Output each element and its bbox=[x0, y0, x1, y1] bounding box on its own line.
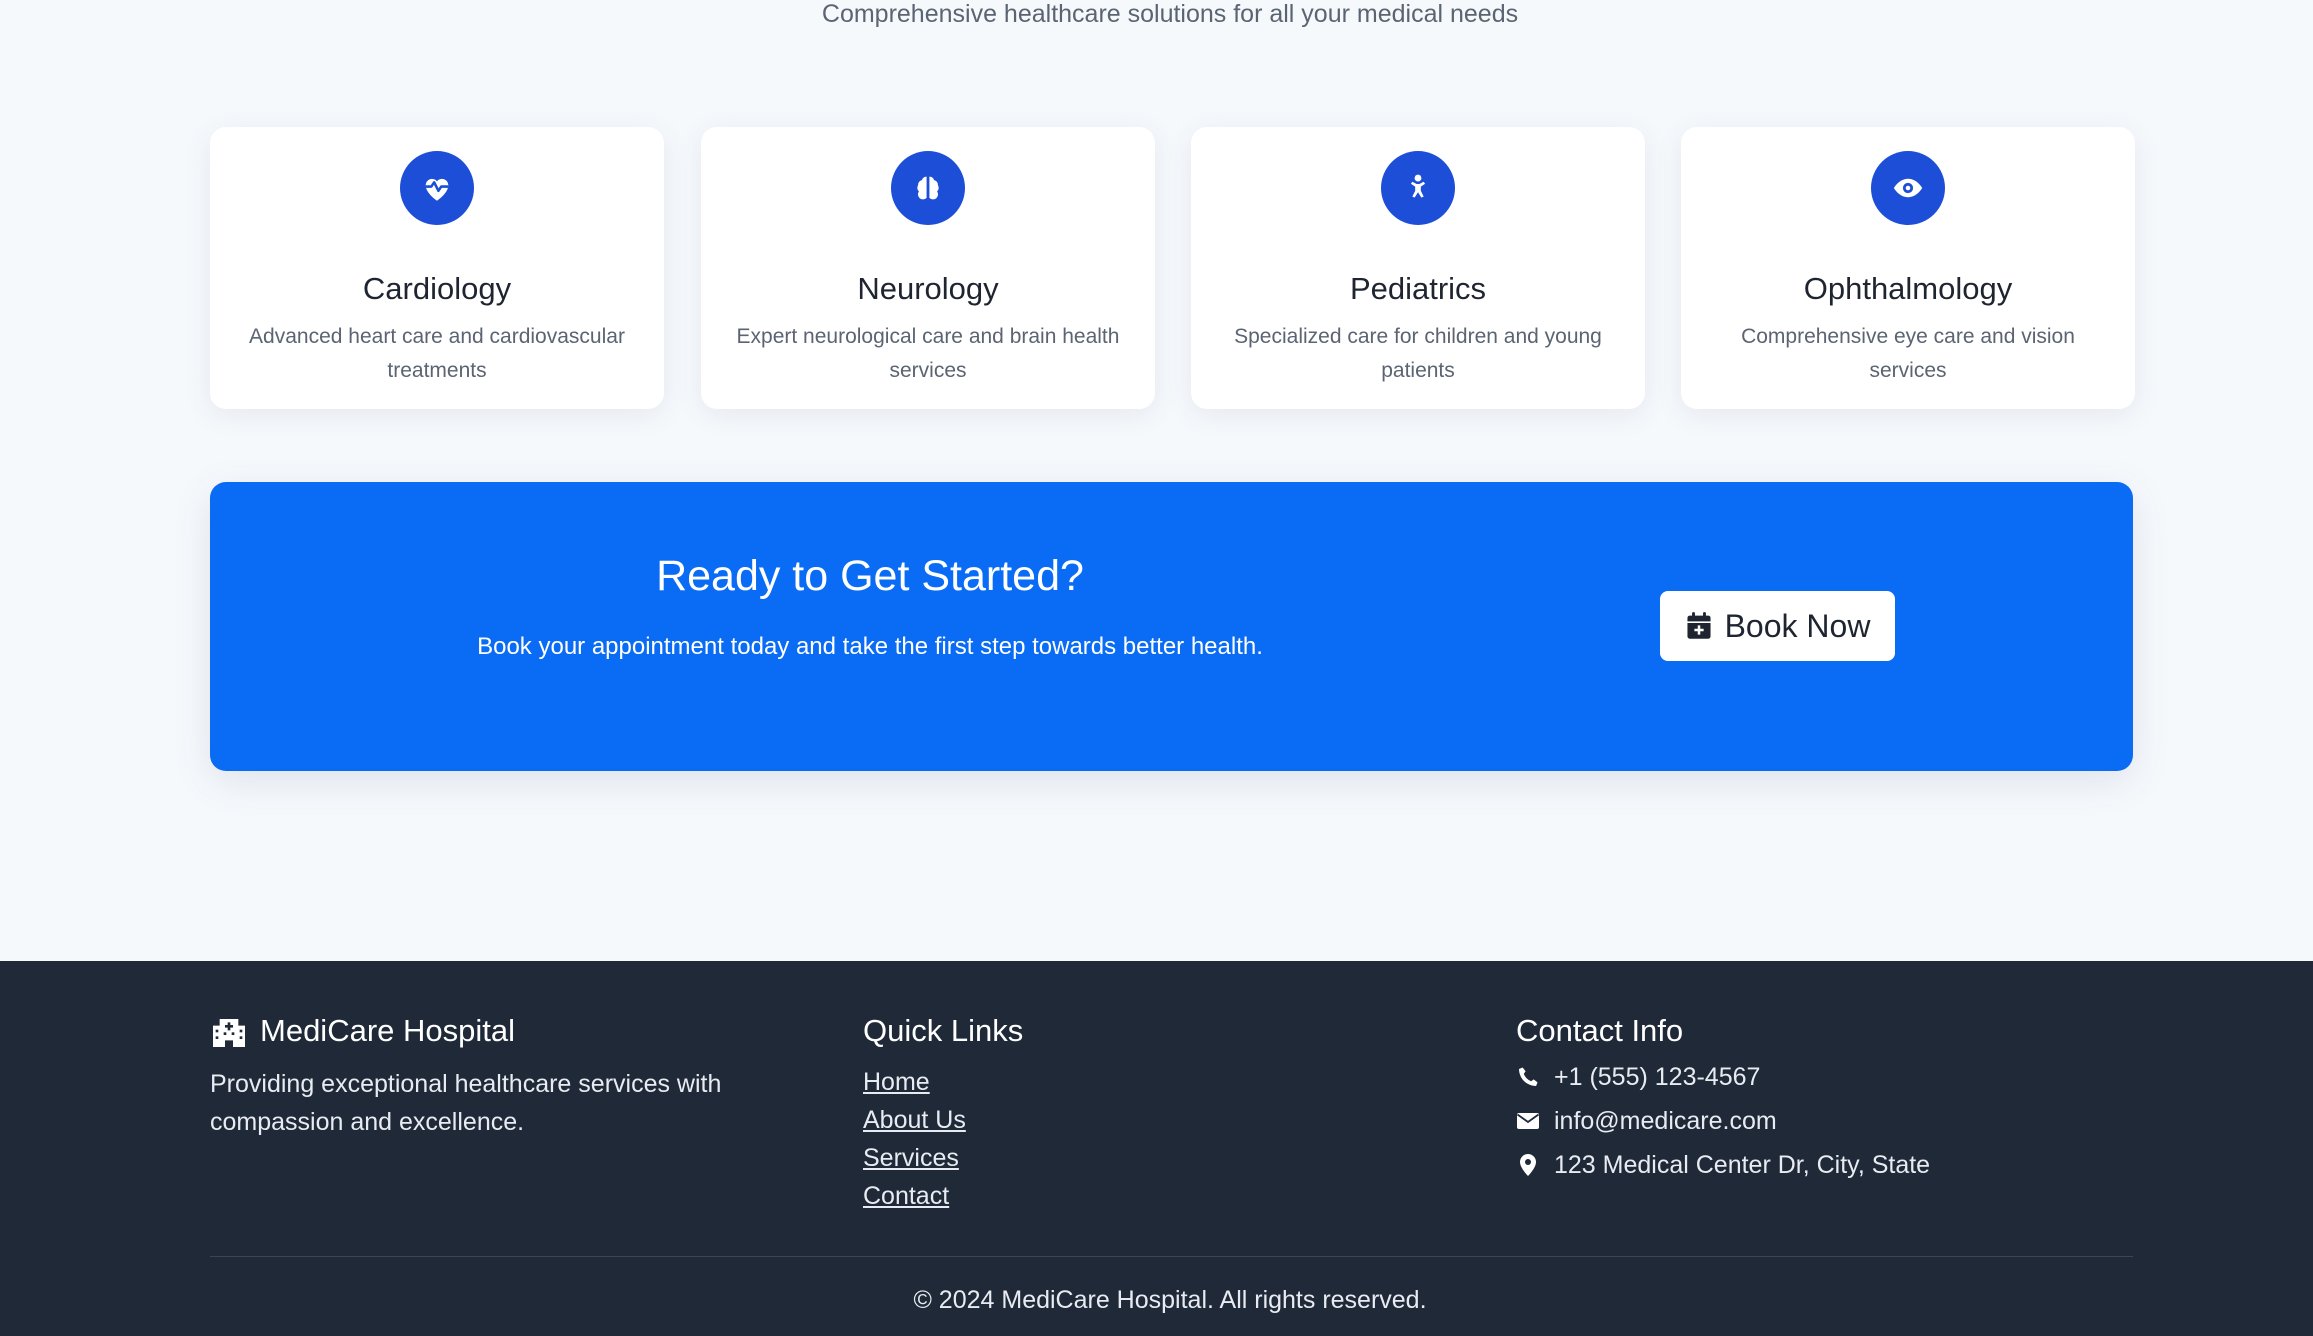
footer-quick-links: Quick Links Home About Us Services Conta… bbox=[863, 1009, 1023, 1215]
service-title: Ophthalmology bbox=[1803, 271, 2013, 306]
service-card-pediatrics[interactable]: Pediatrics Specialized care for children… bbox=[1191, 127, 1645, 409]
footer-link-home[interactable]: Home bbox=[863, 1063, 1023, 1101]
footer-link-services[interactable]: Services bbox=[863, 1139, 1023, 1177]
service-card-neurology[interactable]: Neurology Expert neurological care and b… bbox=[701, 127, 1155, 409]
book-now-label: Book Now bbox=[1724, 607, 1871, 644]
child-icon bbox=[1381, 151, 1455, 225]
footer-divider bbox=[210, 1256, 2133, 1257]
phone-icon bbox=[1519, 1067, 1538, 1086]
map-pin-icon bbox=[1520, 1154, 1536, 1176]
service-description: Comprehensive eye care and vision servic… bbox=[1741, 325, 2075, 382]
envelope-icon bbox=[1516, 1113, 1540, 1129]
copyright: © 2024 MediCare Hospital. All rights res… bbox=[913, 1286, 1427, 1314]
footer-brand: MediCare Hospital Providing exceptional … bbox=[210, 1009, 770, 1141]
heart-pulse-icon bbox=[400, 151, 474, 225]
phone-text: +1 (555) 123-4567 bbox=[1554, 1063, 1761, 1091]
page: Comprehensive healthcare solutions for a… bbox=[0, 0, 2313, 1336]
cta-banner: Ready to Get Started? Book your appointm… bbox=[210, 482, 2133, 771]
footer-link-contact[interactable]: Contact bbox=[863, 1177, 1023, 1215]
service-title: Cardiology bbox=[362, 271, 512, 306]
service-description: Expert neurological care and brain healt… bbox=[736, 325, 1120, 382]
eye-icon bbox=[1871, 151, 1945, 225]
hospital-icon bbox=[213, 1019, 245, 1047]
service-description: Advanced heart care and cardiovascular t… bbox=[249, 325, 625, 382]
address-text: 123 Medical Center Dr, City, State bbox=[1554, 1151, 1931, 1179]
brand-name: MediCare Hospital bbox=[260, 1013, 515, 1048]
service-title: Pediatrics bbox=[1349, 271, 1487, 306]
brain-icon bbox=[891, 151, 965, 225]
service-card-cardiology[interactable]: Cardiology Advanced heart care and cardi… bbox=[210, 127, 664, 409]
calendar-plus-icon bbox=[1687, 612, 1711, 639]
contact-address: 123 Medical Center Dr, City, State bbox=[1516, 1143, 1930, 1187]
cta-text: Book your appointment today and take the… bbox=[477, 633, 1263, 660]
book-now-button[interactable]: Book Now bbox=[1660, 591, 1895, 661]
contact-phone: +1 (555) 123-4567 bbox=[1516, 1055, 1930, 1099]
contact-email: info@medicare.com bbox=[1516, 1099, 1930, 1143]
footer-contact: Contact Info +1 (555) 123-4567 info@medi… bbox=[1516, 1009, 1930, 1187]
service-card-ophthalmology[interactable]: Ophthalmology Comprehensive eye care and… bbox=[1681, 127, 2135, 409]
quick-links-heading: Quick Links bbox=[863, 1013, 1024, 1048]
footer-link-about-us[interactable]: About Us bbox=[863, 1101, 1023, 1139]
service-description: Specialized care for children and young … bbox=[1234, 325, 1602, 382]
contact-heading: Contact Info bbox=[1516, 1013, 1684, 1048]
cta-title: Ready to Get Started? bbox=[656, 552, 1084, 600]
email-text: info@medicare.com bbox=[1554, 1107, 1777, 1135]
service-title: Neurology bbox=[857, 271, 999, 306]
section-subtitle: Comprehensive healthcare solutions for a… bbox=[821, 0, 1519, 28]
brand-description: Providing exceptional healthcare service… bbox=[210, 1070, 722, 1136]
footer: MediCare Hospital Providing exceptional … bbox=[0, 961, 2313, 1336]
